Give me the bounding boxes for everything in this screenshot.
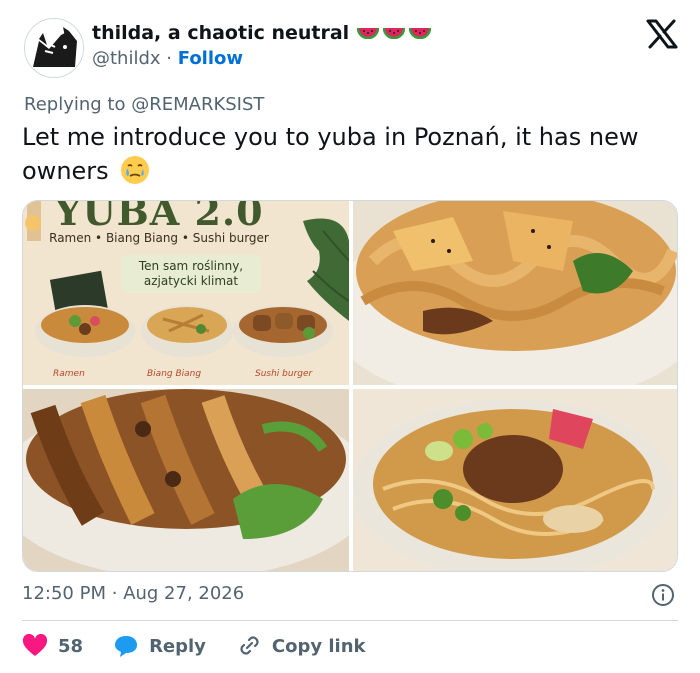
- face-holding-back-tears-icon: [121, 156, 150, 184]
- tweet-text: Let me introduce you to yuba in Poznań, …: [22, 120, 682, 188]
- poster-caption-ramen: Ramen: [53, 369, 85, 379]
- replying-to: Replying to @REMARKSIST: [24, 94, 264, 115]
- poster-badge-line2: azjatycki klimat: [143, 274, 239, 288]
- media-image-sushi-burger[interactable]: [23, 389, 349, 571]
- timestamp[interactable]: 12:50 PM · Aug 27, 2026: [22, 583, 244, 604]
- like-button[interactable]: 58: [22, 634, 83, 658]
- heart-icon: [22, 634, 48, 656]
- tweet-body: Let me introduce you to yuba in Poznań, …: [22, 123, 639, 185]
- link-icon: [240, 636, 259, 655]
- poster-badge-line1: Ten sam roślinny,: [138, 259, 244, 273]
- handle-row: @thildx · Follow: [92, 48, 243, 69]
- media-image-poster[interactable]: YUBA 2.0 Ramen • Biang Biang • Sushi bur…: [23, 201, 349, 385]
- info-icon[interactable]: [651, 583, 675, 607]
- copy-link-label: Copy link: [271, 635, 366, 657]
- avatar[interactable]: [24, 18, 84, 78]
- time-separator: ·: [111, 583, 118, 604]
- watermelon-icon: [357, 27, 380, 39]
- poster-caption-biang: Biang Biang: [147, 369, 202, 379]
- display-name[interactable]: thilda, a chaotic neutral: [92, 22, 349, 44]
- reply-bubble-icon: [115, 636, 138, 657]
- watermelon-icon: [383, 27, 406, 39]
- poster-caption-sushi: Sushi burger: [255, 369, 313, 379]
- poster-badge: Ten sam roślinny, azjatycki klimat: [121, 255, 261, 293]
- poster-subtitle: Ramen • Biang Biang • Sushi burger: [49, 231, 269, 245]
- media-grid: YUBA 2.0 Ramen • Biang Biang • Sushi bur…: [22, 200, 678, 572]
- handle-separator: ·: [166, 48, 173, 69]
- replying-prefix: Replying to: [24, 94, 126, 115]
- reply-target-link[interactable]: @REMARKSIST: [131, 94, 264, 115]
- tweet-time: 12:50 PM: [22, 583, 106, 604]
- tweet-date: Aug 27, 2026: [123, 583, 245, 604]
- user-handle[interactable]: @thildx: [92, 48, 161, 69]
- reply-label: Reply: [149, 635, 206, 657]
- copy-link-button[interactable]: Copy link: [236, 634, 366, 658]
- watermelon-icon: [409, 27, 432, 39]
- reply-button[interactable]: Reply: [113, 634, 206, 658]
- media-image-ramen[interactable]: [353, 389, 677, 571]
- name-emoji-group: [357, 27, 432, 39]
- user-name-row: thilda, a chaotic neutral: [92, 22, 432, 44]
- follow-button[interactable]: Follow: [178, 48, 243, 69]
- like-count: 58: [58, 635, 84, 657]
- action-bar: 58 Reply Copy link: [22, 632, 396, 660]
- poster-title: YUBA 2.0: [54, 201, 264, 234]
- x-logo-icon[interactable]: [646, 19, 678, 49]
- media-image-biang-biang[interactable]: [353, 201, 677, 385]
- tweet-card: thilda, a chaotic neutral @thildx · Foll…: [0, 0, 700, 673]
- divider: [22, 620, 678, 621]
